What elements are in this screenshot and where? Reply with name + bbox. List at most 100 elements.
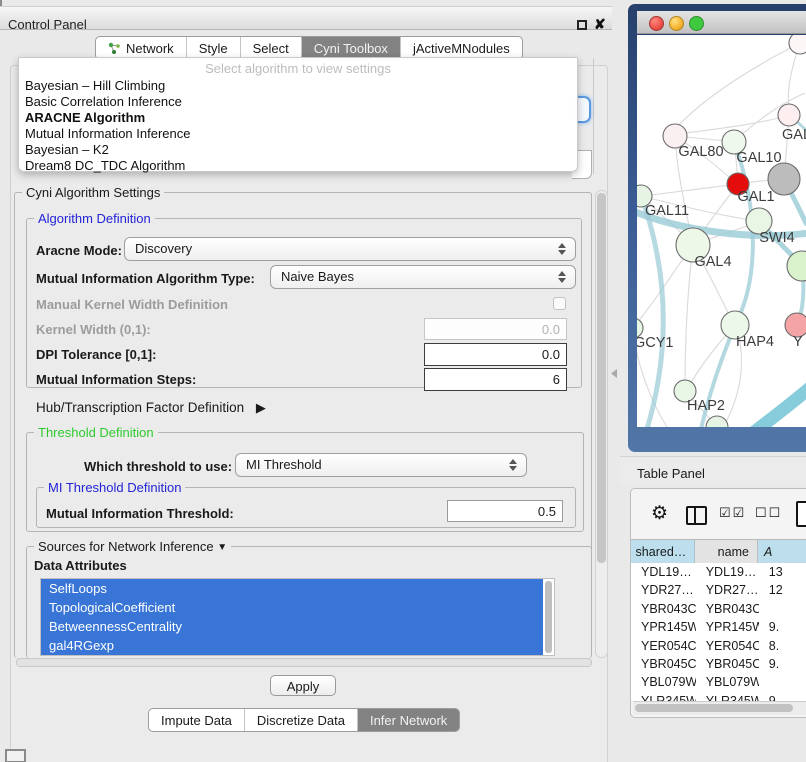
attribute-item[interactable]: BetweennessCentrality [41, 617, 543, 636]
network-edge[interactable] [685, 245, 693, 389]
table-row[interactable]: YBR045CYBR045C9. [631, 655, 806, 673]
table-row[interactable]: YER054CYER054C8. [631, 637, 806, 655]
aracne-mode-label: Aracne Mode: [36, 243, 122, 258]
algorithm-option[interactable]: ARACNE Algorithm [19, 110, 577, 126]
table-cell [759, 600, 806, 618]
table-row[interactable]: YLR345WYLR345W9. [631, 692, 806, 701]
table-panel-title: Table Panel [637, 466, 705, 481]
mi-steps-field[interactable]: 6 [424, 368, 567, 391]
mi-type-combobox[interactable]: Naive Bayes [270, 265, 576, 289]
settings-scrollbar-thumb[interactable] [597, 193, 606, 563]
tab-label: Style [199, 41, 228, 56]
float-panel-icon[interactable] [577, 20, 587, 30]
tab-label: Network [126, 41, 174, 56]
mi-steps-label: Mutual Information Steps: [36, 372, 196, 387]
network-canvas[interactable]: GALGAL80GAL10GAL1GAL11SWI4GAL4GCY1HAP4YH… [637, 35, 806, 427]
network-node-gal[interactable] [778, 104, 800, 126]
bottom-tab-label: Discretize Data [257, 713, 345, 728]
data-attributes-list[interactable]: SelfLoopsTopologicalCoefficientBetweenne… [40, 578, 555, 656]
new-table-icon[interactable] [796, 501, 806, 527]
column-header[interactable]: A [758, 540, 806, 564]
dpi-tolerance-label: DPI Tolerance [0,1]: [36, 347, 156, 362]
table-cell: YBL079W [696, 673, 759, 691]
network-node-label: SWI4 [759, 230, 794, 246]
column-header[interactable]: shared… [631, 540, 695, 564]
tab-style[interactable]: Style [187, 37, 241, 59]
table-cell: 9. [759, 692, 806, 701]
attribute-item[interactable]: gal4RGexp [41, 636, 543, 655]
table-row[interactable]: YBL079WYBL079W [631, 673, 806, 691]
table-hscrollbar[interactable] [633, 701, 806, 715]
minimize-traffic-light-icon[interactable] [669, 16, 684, 31]
settings-scrollbar-track[interactable] [595, 190, 608, 658]
network-edge[interactable] [643, 184, 738, 196]
mi-threshold-field[interactable]: 0.5 [447, 500, 563, 522]
bottom-tab-impute-data[interactable]: Impute Data [149, 709, 245, 731]
inference-algorithm-combo-fragment[interactable] [576, 96, 591, 123]
data-attributes-label: Data Attributes [34, 558, 127, 573]
minimized-panel-icon[interactable] [5, 749, 26, 762]
table-cell: YBL079W [631, 673, 696, 691]
unchecked-columns-icon[interactable]: ☐☐ [755, 505, 782, 521]
tab-jactivemnodules[interactable]: jActiveMNodules [401, 37, 522, 59]
column-header[interactable]: name [695, 540, 758, 564]
column-layout-icon[interactable] [686, 506, 707, 525]
network-node[interactable] [789, 35, 806, 54]
algorithm-option[interactable]: Mutual Information Inference [19, 126, 577, 142]
algorithm-option[interactable]: Basic Correlation Inference [19, 94, 577, 110]
checked-columns-icon[interactable]: ☑☑ [719, 505, 746, 521]
settings-hscroll-bar[interactable] [16, 658, 592, 667]
table-hscrollbar-thumb[interactable] [635, 704, 793, 712]
cyni-settings-group-title: Cyni Algorithm Settings [22, 185, 164, 200]
aracne-mode-value: Discovery [135, 241, 192, 256]
table-row[interactable]: YBR043CYBR043C [631, 600, 806, 618]
aracne-mode-combobox[interactable]: Discovery [124, 237, 576, 261]
tab-select[interactable]: Select [241, 37, 302, 59]
bottom-tab-infer-network[interactable]: Infer Network [358, 709, 459, 731]
close-traffic-light-icon[interactable] [649, 16, 664, 31]
table-row[interactable]: YDR27…YDR27…12 [631, 581, 806, 599]
table-cell: YLR345W [696, 692, 759, 701]
mi-type-label: Mutual Information Algorithm Type: [36, 271, 255, 286]
network-view-window: GALGAL80GAL10GAL1GAL11SWI4GAL4GCY1HAP4YH… [628, 4, 806, 452]
network-node-label: GAL [782, 127, 806, 143]
mi-threshold-group-title: MI Threshold Definition [44, 480, 185, 495]
network-graph[interactable]: GALGAL80GAL10GAL1GAL11SWI4GAL4GCY1HAP4YH… [637, 35, 806, 427]
table-cell: YDR27… [631, 581, 696, 599]
bottom-tab-discretize-data[interactable]: Discretize Data [245, 709, 358, 731]
table-cell: YBR043C [696, 600, 759, 618]
table-row[interactable]: YPR145WYPR145W9. [631, 618, 806, 636]
manual-kernel-checkbox[interactable] [553, 297, 566, 310]
network-edge[interactable] [639, 190, 663, 427]
tab-network[interactable]: Network [96, 37, 187, 59]
which-threshold-label: Which threshold to use: [84, 459, 232, 474]
bottom-tab-label: Impute Data [161, 713, 232, 728]
algorithm-option[interactable]: Bayesian – Hill Climbing [19, 78, 577, 94]
table-cell: 12 [759, 581, 806, 599]
algorithm-popup-prompt: Select algorithm to view settings [19, 61, 577, 78]
zoom-traffic-light-icon[interactable] [689, 16, 704, 31]
tab-cyni-toolbox[interactable]: Cyni Toolbox [302, 37, 401, 59]
kernel-width-field[interactable]: 0.0 [424, 318, 567, 340]
list-scrollbar-thumb[interactable] [545, 581, 552, 653]
apply-button[interactable]: Apply [270, 675, 336, 696]
algorithm-option[interactable]: Bayesian – K2 [19, 142, 577, 158]
network-node-label: HAP2 [687, 398, 725, 414]
network-window-titlebar[interactable] [637, 11, 806, 34]
collapse-down-icon[interactable]: ▼ [217, 542, 227, 553]
table-body: YDL19…YDL19…13YDR27…YDR27…12YBR043CYBR04… [631, 563, 806, 701]
which-threshold-value: MI Threshold [246, 457, 322, 472]
which-threshold-combobox[interactable]: MI Threshold [235, 453, 527, 477]
attribute-item[interactable]: SelfLoops [41, 579, 543, 598]
network-node-label: GCY1 [637, 335, 674, 351]
table-panel-box: ⚙ ☑☑ ☐☐ shared…nameA YDL19…YDL19…13YDR27… [630, 488, 806, 718]
hub-definition-expander[interactable]: Hub/Transcription Factor Definition ▶ [36, 400, 266, 416]
gear-icon[interactable]: ⚙ [651, 502, 668, 525]
network-node[interactable] [768, 163, 800, 195]
network-edge[interactable] [753, 387, 806, 427]
table-row[interactable]: YDL19…YDL19…13 [631, 563, 806, 581]
table-cell: YDR27… [696, 581, 759, 599]
algorithm-option[interactable]: Dream8 DC_TDC Algorithm [19, 158, 577, 174]
attribute-item[interactable]: TopologicalCoefficient [41, 598, 543, 617]
dpi-tolerance-field[interactable]: 0.0 [424, 343, 567, 366]
